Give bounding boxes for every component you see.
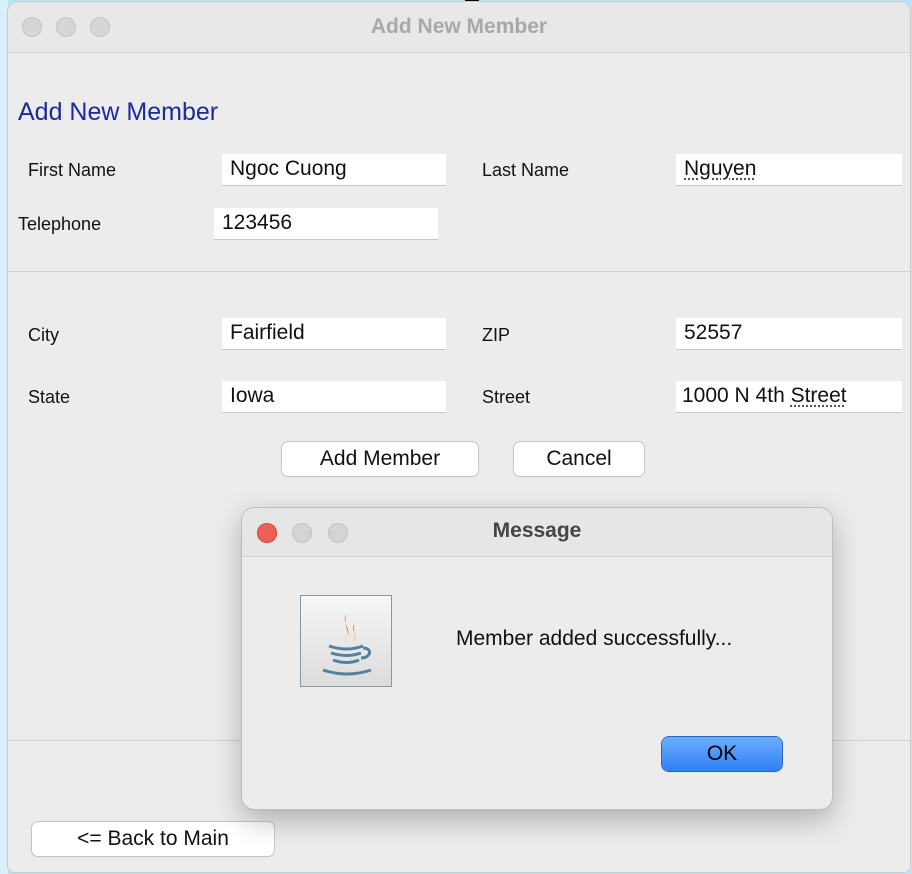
street-label: Street — [482, 387, 531, 407]
dialog-message: Member added successfully... — [456, 627, 733, 650]
dialog-titlebar[interactable]: Message — [242, 508, 832, 557]
message-dialog: Message Member added successfully... OK — [242, 508, 832, 809]
dialog-title: Message — [492, 519, 582, 542]
state-input[interactable]: Iowa — [222, 381, 446, 413]
last-name-input[interactable]: Nguyen — [676, 154, 902, 186]
cancel-button[interactable]: Cancel — [514, 442, 644, 476]
telephone-input[interactable]: 123456 — [214, 208, 438, 240]
form-heading: Add New Member — [18, 98, 219, 126]
street-input[interactable]: 1000 N 4th Street — [676, 381, 902, 413]
background-strip — [0, 0, 8, 874]
telephone-label: Telephone — [18, 214, 102, 234]
java-coffee-cup-icon — [300, 595, 392, 687]
java-logo-graphic — [322, 614, 372, 676]
add-member-button[interactable]: Add Member — [282, 442, 478, 476]
section-divider — [8, 271, 910, 272]
last-name-label: Last Name — [482, 160, 570, 180]
street-value-part: 1000 N 4th — [682, 384, 791, 407]
window-title: Add New Member — [370, 15, 548, 38]
ok-button[interactable]: OK — [662, 737, 782, 771]
back-to-main-button[interactable]: <= Back to Main — [32, 822, 274, 856]
zip-input[interactable]: 52557 — [676, 318, 902, 350]
state-label: State — [28, 387, 71, 407]
city-input[interactable]: Fairfield — [222, 318, 446, 350]
last-name-value: Nguyen — [684, 157, 757, 180]
zip-label: ZIP — [482, 325, 511, 345]
city-label: City — [28, 325, 59, 345]
window-titlebar[interactable]: Add New Member — [8, 2, 910, 53]
first-name-input[interactable]: Ngoc Cuong — [222, 154, 446, 186]
street-value-misspelled: Street — [790, 384, 847, 407]
first-name-label: First Name — [28, 160, 117, 180]
